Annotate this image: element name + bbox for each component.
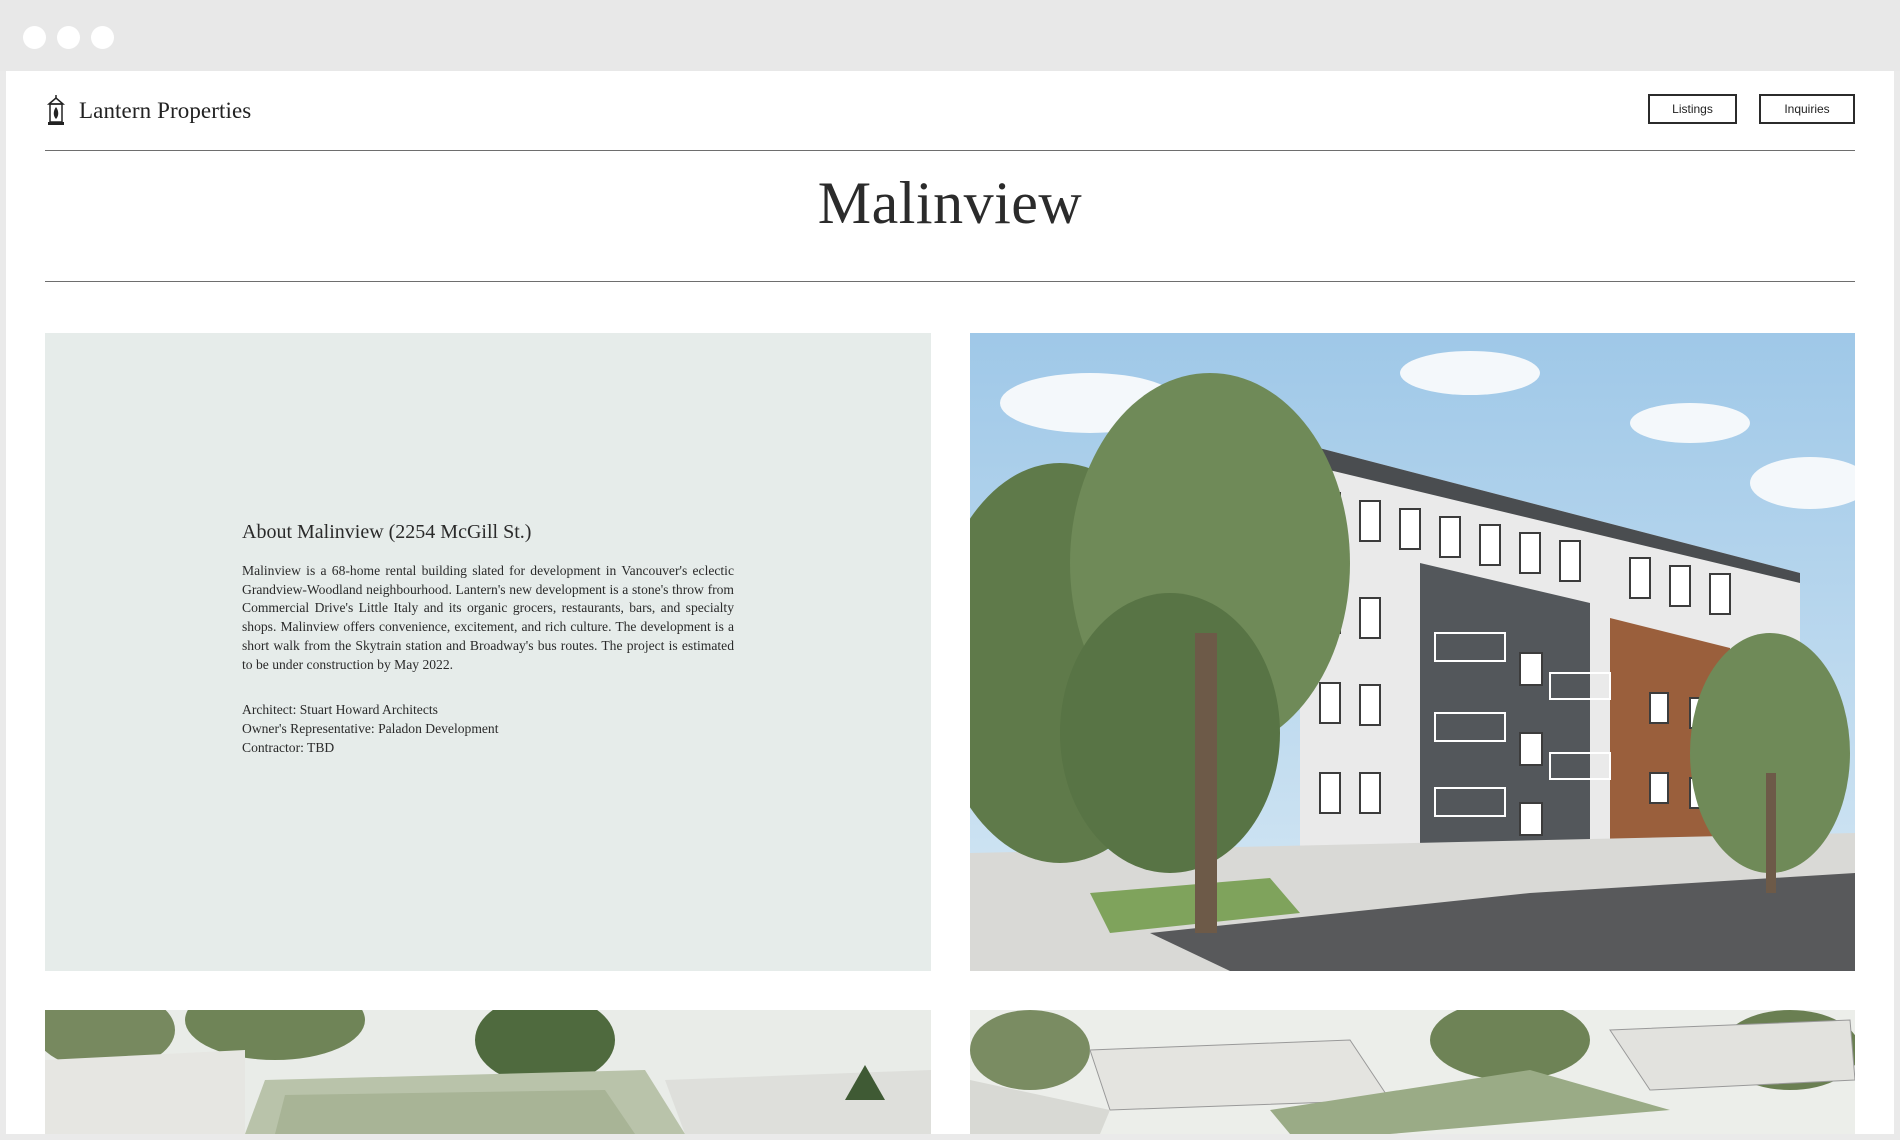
brand-name: Lantern Properties xyxy=(79,98,252,123)
minimize-dot[interactable] xyxy=(57,26,80,49)
maximize-dot[interactable] xyxy=(91,26,114,49)
listings-button[interactable]: Listings xyxy=(1648,94,1737,124)
about-description: Malinview is a 68-home rental building s… xyxy=(242,563,734,672)
page-title: Malinview xyxy=(817,170,1083,236)
contractor-credit: Contractor: TBD xyxy=(242,739,335,755)
lantern-icon xyxy=(45,94,67,128)
brand[interactable]: Lantern Properties xyxy=(45,89,251,133)
project-credits: Architect: Stuart Howard Architects Owne… xyxy=(242,701,734,757)
about-heading: About Malinview (2254 McGill St.) xyxy=(242,521,532,543)
aerial-rendering-image-2[interactable] xyxy=(970,1010,1855,1134)
header-divider xyxy=(45,150,1855,151)
about-content: About Malinview (2254 McGill St.) Malinv… xyxy=(242,521,734,757)
title-divider xyxy=(45,281,1855,282)
owners-representative-credit: Owner's Representative: Paladon Developm… xyxy=(242,720,499,736)
aerial-rendering-image-1[interactable] xyxy=(45,1010,931,1134)
about-panel: About Malinview (2254 McGill St.) Malinv… xyxy=(45,333,931,971)
inquiries-button[interactable]: Inquiries xyxy=(1759,94,1855,124)
browser-titlebar xyxy=(0,0,1900,71)
close-dot[interactable] xyxy=(23,26,46,49)
architect-credit: Architect: Stuart Howard Architects xyxy=(242,702,438,718)
page: Lantern Properties Listings Inquiries Ma… xyxy=(6,71,1894,1134)
building-rendering-image[interactable] xyxy=(970,333,1855,971)
